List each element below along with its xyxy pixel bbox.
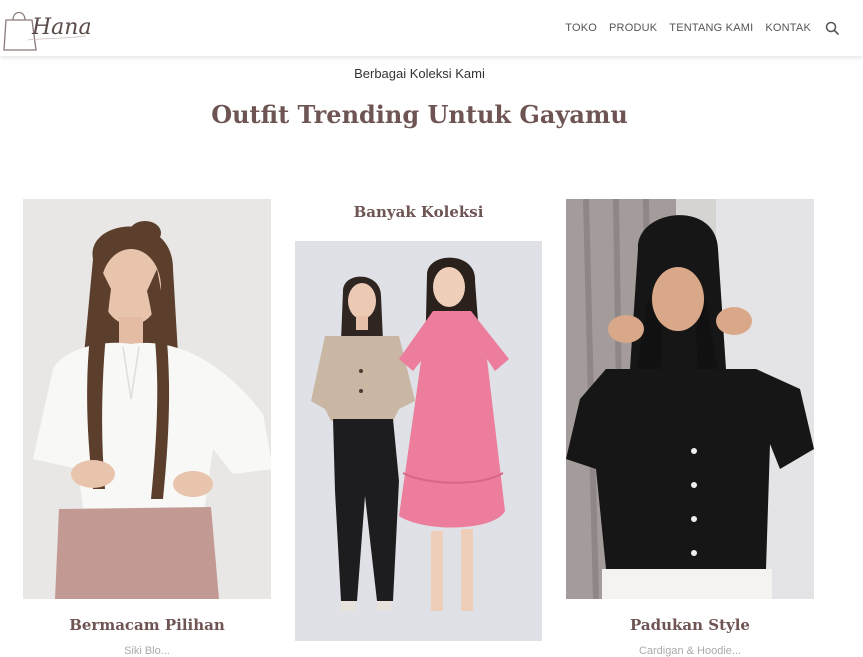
woman-black-cardigan-photo: [566, 199, 814, 599]
card-1-image[interactable]: [23, 199, 271, 599]
main-nav: TOKO PRODUK TENTANG KAMI KONTAK: [565, 0, 839, 56]
nav-toko[interactable]: TOKO: [565, 22, 597, 34]
card-2-title: Banyak Koleksi: [353, 203, 484, 221]
card-2-image[interactable]: [295, 241, 542, 641]
card-1-title: Bermacam Pilihan: [69, 616, 225, 634]
nav-tentang-kami[interactable]: TENTANG KAMI: [669, 22, 753, 34]
card-3-description: Cardigan & Hoodie...: [638, 645, 742, 657]
nav-kontak[interactable]: KONTAK: [765, 22, 811, 34]
woman-white-blouse-photo: [23, 199, 271, 599]
site-header: Hana TOKO PRODUK TENTANG KAMI KONTAK: [0, 0, 863, 56]
card-3-title: Padukan Style: [630, 616, 750, 634]
two-women-photo: [295, 241, 542, 641]
search-icon[interactable]: [825, 21, 839, 35]
section-subtitle: Berbagai Koleksi Kami: [354, 66, 485, 81]
brand-logo[interactable]: Hana: [2, 2, 92, 54]
card-3-image[interactable]: [566, 199, 814, 599]
section-headline: Outfit Trending Untuk Gayamu: [211, 100, 628, 129]
card-1-description: Siki Blo...: [124, 645, 170, 657]
nav-produk[interactable]: PRODUK: [609, 22, 657, 34]
